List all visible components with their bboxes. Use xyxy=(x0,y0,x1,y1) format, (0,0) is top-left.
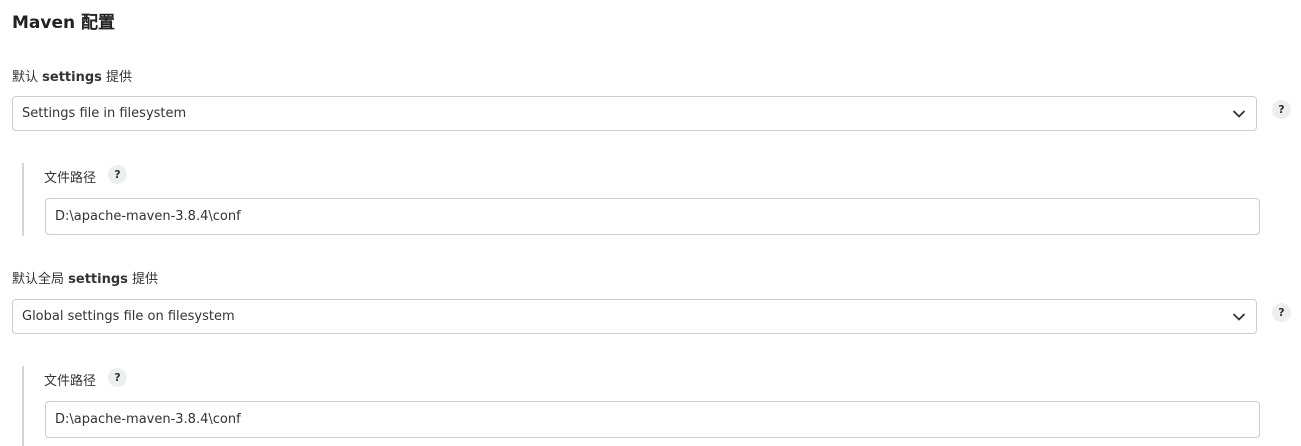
global-settings-provider-help-icon[interactable]: ? xyxy=(1272,303,1291,322)
maven-config-page: Maven 配置 默认 settings 提供 Settings file in… xyxy=(0,0,1301,446)
settings-provider-label-suffix: 提供 xyxy=(101,70,133,85)
settings-file-path-group: 文件路径 ? xyxy=(22,163,1264,236)
settings-provider-label-prefix: 默认 xyxy=(12,70,43,85)
settings-file-path-input[interactable] xyxy=(45,198,1260,235)
global-settings-file-path-group: 文件路径 ? xyxy=(22,366,1264,446)
global-settings-provider-select[interactable]: Global settings file on filesystem xyxy=(12,299,1257,334)
settings-file-path-label: 文件路径 xyxy=(44,171,97,186)
section-title: Maven 配置 xyxy=(12,13,116,33)
chevron-down-icon xyxy=(1233,110,1245,118)
global-settings-file-path-help-icon[interactable]: ? xyxy=(108,368,127,387)
global-settings-file-path-input[interactable] xyxy=(45,401,1260,438)
global-settings-provider-label-prefix: 默认全局 xyxy=(12,272,69,287)
global-settings-file-path-label: 文件路径 xyxy=(44,374,97,389)
settings-provider-label: 默认 settings 提供 xyxy=(12,66,132,85)
global-settings-provider-label-keyword: settings xyxy=(68,272,128,287)
settings-provider-selected-value: Settings file in filesystem xyxy=(22,106,187,121)
global-settings-provider-selected-value: Global settings file on filesystem xyxy=(22,309,235,324)
settings-provider-help-icon[interactable]: ? xyxy=(1272,100,1291,119)
settings-provider-select[interactable]: Settings file in filesystem xyxy=(12,96,1257,131)
settings-provider-label-keyword: settings xyxy=(42,70,102,85)
global-settings-provider-label-suffix: 提供 xyxy=(127,272,159,287)
chevron-down-icon xyxy=(1233,313,1245,321)
settings-file-path-help-icon[interactable]: ? xyxy=(108,165,127,184)
global-settings-provider-label: 默认全局 settings 提供 xyxy=(12,268,158,287)
